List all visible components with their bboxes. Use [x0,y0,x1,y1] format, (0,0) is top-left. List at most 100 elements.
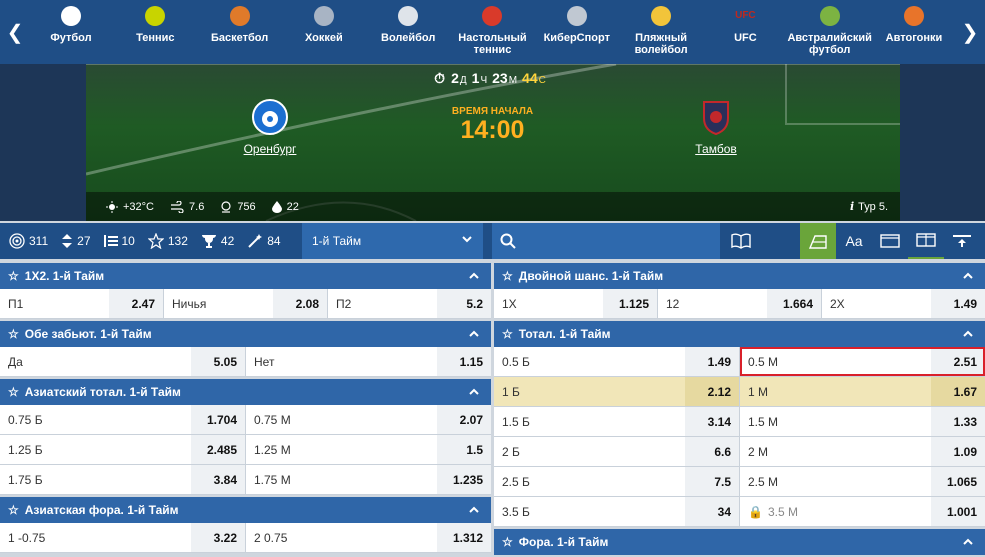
star-icon[interactable]: ☆ [502,269,513,283]
outcome-cell[interactable]: П1 2.47 [0,289,164,318]
star-icon[interactable]: ☆ [8,269,19,283]
outcome-cell[interactable]: 1 -0.75 3.22 [0,523,246,552]
outcome-cell[interactable]: 0.75 Б 1.704 [0,405,246,434]
outcome-cell[interactable]: П2 5.2 [328,289,491,318]
market-header[interactable]: ☆ Азиатский тотал. 1-й Тайм [0,379,491,405]
sport-label: Теннис [136,32,175,44]
filter-list[interactable]: 10 [103,234,135,248]
outcome-cell[interactable]: Ничья 2.08 [164,289,328,318]
pressure-value: 756 [237,200,256,213]
outcome-cell[interactable]: 1X 1.125 [494,289,658,318]
droplet-icon [271,200,282,213]
market-header[interactable]: ☆ Тотал. 1-й Тайм [494,321,985,347]
nav-right-arrow-icon[interactable]: ❯ [955,0,985,64]
outcome-cell[interactable]: 2 М 1.09 [740,437,985,466]
away-team-name[interactable]: Тамбов [695,142,737,156]
selected-outcome[interactable]: 0.5 М 2.51 [740,347,985,376]
tour-label[interactable]: i Тур 5. [850,200,888,213]
outcome-odds: 1.664 [767,289,821,318]
star-icon [147,233,164,249]
sport-item-7[interactable]: Пляжный волейбол [620,0,702,64]
two-column-button[interactable] [908,223,944,259]
font-size-button[interactable]: Aa [836,223,872,259]
nav-left-arrow-icon[interactable]: ❮ [0,0,30,64]
search-field[interactable] [492,223,720,259]
market-header[interactable]: ☆ Двойной шанс. 1-й Тайм [494,263,985,289]
outcome-cell[interactable]: 2.5 М 1.065 [740,467,985,496]
outcome-cell[interactable]: Нет 1.15 [246,347,491,376]
market-header[interactable]: ☆ Обе забьют. 1-й Тайм [0,321,491,347]
sport-item-6[interactable]: КиберСпорт [536,0,618,64]
font-size-icon: Aa [845,233,863,249]
sport-item-8[interactable]: UFC UFC [704,0,786,64]
home-team[interactable]: Оренбург [210,98,330,156]
filter-wand[interactable]: 84 [247,233,281,249]
outcome-cell[interactable]: 1 М 1.67 [740,377,985,406]
filter-star[interactable]: 132 [147,233,188,249]
outcome-cell[interactable]: 🔒 3.5 М 1.001 [740,497,985,526]
outcome-cell[interactable]: 1.75 Б 3.84 [0,465,246,494]
outcome-odds: 3.14 [685,407,739,436]
chevron-up-icon[interactable] [963,537,973,547]
outcome-cell[interactable]: 1 Б 2.12 [494,377,740,406]
field-view-button[interactable] [800,223,836,259]
filter-trophy[interactable]: 42 [201,233,234,249]
star-icon[interactable]: ☆ [502,535,513,549]
single-column-button[interactable] [872,223,908,259]
market-header[interactable]: ☆ Азиатская фора. 1-й Тайм [0,497,491,523]
home-team-name[interactable]: Оренбург [244,142,297,156]
outcome-cell[interactable]: 2X 1.49 [822,289,985,318]
chevron-up-icon[interactable] [469,505,479,515]
sport-item-9[interactable]: Австралийский футбол [787,0,872,64]
sport-item-0[interactable]: Футбол [30,0,112,64]
star-icon[interactable]: ☆ [8,327,19,341]
outcome-cell[interactable]: 2 Б 6.6 [494,437,740,466]
away-team[interactable]: Тамбов [656,98,776,156]
sport-item-3[interactable]: Хоккей [283,0,365,64]
sport-item-1[interactable]: Теннис [114,0,196,64]
pin-top-button[interactable] [944,223,980,259]
sport-item-5[interactable]: Настольный теннис [451,0,533,64]
outcome-cell[interactable]: 12 1.664 [658,289,822,318]
filter-updown[interactable]: 27 [61,233,91,249]
outcome-cell[interactable]: 0.75 М 2.07 [246,405,491,434]
filter-all[interactable]: 311 [9,233,48,249]
outcome-cell[interactable]: Да 5.05 [0,347,246,376]
chevron-up-icon[interactable] [469,387,479,397]
outcome-cell[interactable]: 0.5 Б 1.49 [494,347,740,376]
outcome-cell[interactable]: 1.25 М 1.5 [246,435,491,464]
chevron-up-icon[interactable] [963,329,973,339]
market-header[interactable]: ☆ Фора. 1-й Тайм [494,529,985,555]
chevron-up-icon[interactable] [963,271,973,281]
outcome-odds: 5.2 [437,289,491,318]
outcome-label: 1.75 Б [0,465,191,494]
outcome-label-text: 1.75 М [254,472,291,487]
outcome-cell[interactable]: 1.5 М 1.33 [740,407,985,436]
chevron-up-icon[interactable] [469,271,479,281]
sport-item-2[interactable]: Баскетбол [199,0,281,64]
market-header[interactable]: ☆ 1X2. 1-й Тайм [0,263,491,289]
outcome-label-text: Нет [254,354,275,369]
table-tennis-icon [482,6,503,26]
sport-item-10[interactable]: Автогонки [873,0,955,64]
outcome-cell[interactable]: 2 0.75 1.312 [246,523,491,552]
outcome-cell[interactable]: 1.5 Б 3.14 [494,407,740,436]
market-block: ☆ Фора. 1-й Тайм [494,529,985,555]
book-button[interactable] [723,223,759,259]
chevron-up-icon[interactable] [469,329,479,339]
period-select[interactable]: 1-й Тайм [302,223,483,259]
star-icon[interactable]: ☆ [8,503,19,517]
outcome-label-text: 0.5 Б [502,354,530,369]
outcome-odds: 6.6 [685,437,739,466]
outcome-cell[interactable]: 3.5 Б 34 [494,497,740,526]
outcome-cell[interactable]: 2.5 Б 7.5 [494,467,740,496]
star-icon[interactable]: ☆ [8,385,19,399]
sport-item-4[interactable]: Волейбол [367,0,449,64]
star-icon[interactable]: ☆ [502,327,513,341]
market-row: 0.5 Б 1.49 0.5 М 2.51 [494,347,985,377]
weather-temp: +32°C [106,200,154,213]
outcome-cell[interactable]: 1.75 М 1.235 [246,465,491,494]
outcome-cell[interactable]: 1.25 Б 2.485 [0,435,246,464]
market-row: 1X 1.125 12 1.664 2X 1.49 [494,289,985,319]
market-row: Да 5.05 Нет 1.15 [0,347,491,377]
